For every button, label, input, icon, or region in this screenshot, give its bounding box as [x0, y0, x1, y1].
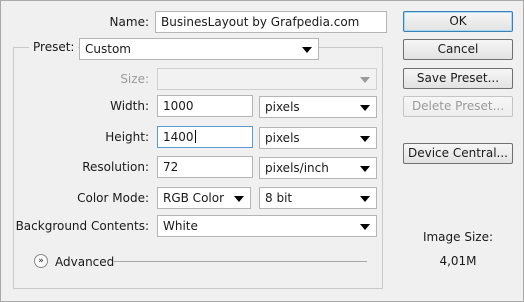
bit-depth-value: 8 bit [265, 191, 293, 205]
height-label: Height: [105, 130, 149, 144]
preset-select[interactable]: Custom [79, 38, 319, 60]
color-mode-label: Color Mode: [77, 191, 149, 205]
height-input[interactable]: 1400 [157, 126, 253, 148]
ok-button[interactable]: OK [403, 11, 513, 32]
advanced-divider [114, 261, 367, 262]
background-contents-value: White [163, 219, 198, 233]
chevron-down-icon [360, 224, 370, 230]
name-input[interactable]: BusinesLayout by Grafpedia.com [155, 11, 387, 33]
color-mode-value: RGB Color [163, 191, 225, 205]
background-contents-label: Background Contents: [15, 219, 149, 233]
image-size-value: 4,01M [439, 254, 477, 268]
resolution-unit-value: pixels/inch [265, 161, 329, 175]
chevron-down-icon [360, 166, 370, 172]
width-unit-value: pixels [265, 100, 300, 114]
chevron-down-icon [360, 136, 370, 142]
chevron-down-icon [360, 196, 370, 202]
width-unit-select[interactable]: pixels [259, 96, 377, 118]
size-select[interactable] [157, 68, 377, 90]
width-label: Width: [110, 99, 149, 113]
color-mode-select[interactable]: RGB Color [157, 187, 251, 209]
size-label: Size: [120, 72, 149, 86]
height-value: 1400 [163, 130, 194, 144]
width-input[interactable]: 1000 [157, 95, 253, 117]
resolution-input[interactable]: 72 [157, 156, 253, 178]
preset-value: Custom [85, 42, 131, 56]
device-central-button[interactable]: Device Central... [403, 143, 513, 164]
delete-preset-button[interactable]: Delete Preset... [403, 96, 513, 117]
advanced-label[interactable]: Advanced [55, 254, 114, 270]
resolution-unit-select[interactable]: pixels/inch [259, 157, 377, 179]
height-unit-value: pixels [265, 131, 300, 145]
bit-depth-select[interactable]: 8 bit [259, 187, 377, 209]
save-preset-button[interactable]: Save Preset... [403, 68, 513, 89]
background-contents-select[interactable]: White [157, 215, 377, 237]
height-unit-select[interactable]: pixels [259, 127, 377, 149]
chevron-down-icon [302, 47, 312, 53]
image-size-label: Image Size: [422, 230, 494, 244]
resolution-label: Resolution: [82, 160, 149, 174]
new-document-dialog: Name: BusinesLayout by Grafpedia.com Pre… [0, 0, 524, 302]
cancel-button[interactable]: Cancel [403, 39, 513, 60]
text-caret [194, 130, 196, 143]
chevron-down-icon [234, 196, 244, 202]
advanced-toggle-icon[interactable]: » [34, 254, 48, 268]
preset-label: Preset: [29, 39, 79, 55]
chevron-down-icon [360, 77, 370, 83]
name-label: Name: [109, 15, 149, 29]
chevron-down-icon [360, 105, 370, 111]
